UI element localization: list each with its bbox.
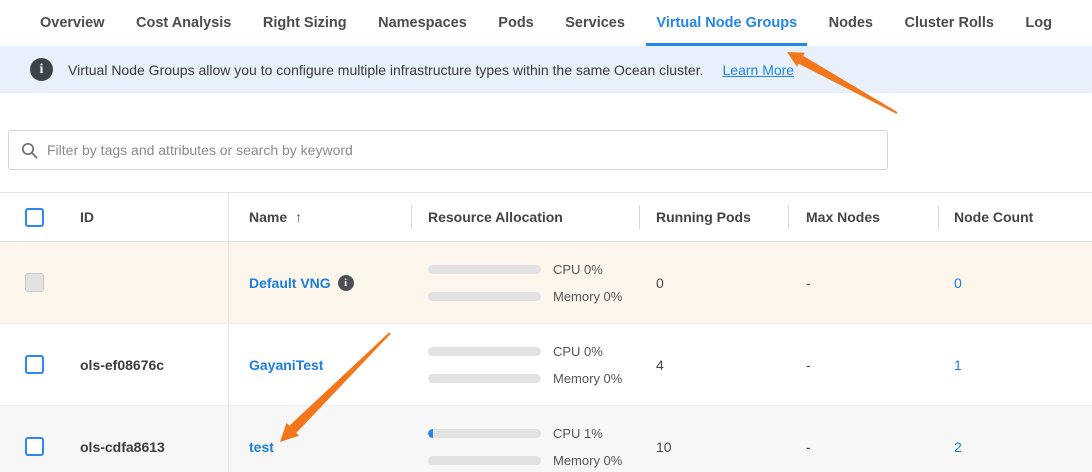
- column-header-running-pods-label: Running Pods: [656, 209, 751, 225]
- tab-pods[interactable]: Pods: [488, 0, 543, 46]
- virtual-node-groups-page: Overview Cost Analysis Right Sizing Name…: [0, 0, 1092, 472]
- cpu-bar: [428, 265, 541, 274]
- memory-label: Memory 0%: [553, 371, 622, 386]
- column-header-resource-allocation[interactable]: Resource Allocation: [411, 193, 639, 241]
- column-header-resource-label: Resource Allocation: [428, 209, 563, 225]
- tab-log[interactable]: Log: [1015, 0, 1062, 46]
- tab-overview[interactable]: Overview: [30, 0, 115, 46]
- info-icon[interactable]: i: [338, 275, 354, 291]
- search-box: [8, 130, 888, 170]
- memory-bar: [428, 292, 541, 301]
- node-count-link[interactable]: 0: [954, 275, 962, 291]
- running-pods-value: 10: [656, 439, 672, 455]
- column-header-max-nodes-label: Max Nodes: [806, 209, 880, 225]
- select-all-checkbox[interactable]: [25, 208, 44, 227]
- search-input[interactable]: [47, 142, 875, 158]
- vng-name-link[interactable]: test: [249, 439, 274, 455]
- vng-name-link[interactable]: Default VNG: [249, 275, 331, 291]
- search-icon: [21, 142, 38, 159]
- column-header-id[interactable]: ID: [62, 193, 228, 241]
- tab-nodes[interactable]: Nodes: [819, 0, 883, 46]
- banner-text: Virtual Node Groups allow you to configu…: [68, 62, 704, 78]
- table-header-row: ID Name ↑ Resource Allocation Running Po…: [0, 192, 1092, 242]
- column-header-name-label: Name: [249, 209, 287, 225]
- info-icon: i: [30, 58, 53, 81]
- tab-cost-analysis[interactable]: Cost Analysis: [126, 0, 241, 46]
- cpu-label: CPU 1%: [553, 426, 622, 441]
- row-id: ols-ef08676c: [80, 357, 164, 373]
- resource-allocation: CPU 0% Memory 0%: [428, 344, 622, 386]
- tab-namespaces[interactable]: Namespaces: [368, 0, 477, 46]
- running-pods-value: 0: [656, 275, 664, 291]
- cpu-label: CPU 0%: [553, 262, 622, 277]
- row-checkbox[interactable]: [25, 273, 44, 292]
- cpu-label: CPU 0%: [553, 344, 622, 359]
- column-header-running-pods[interactable]: Running Pods: [639, 193, 788, 241]
- tab-cluster-rolls[interactable]: Cluster Rolls: [894, 0, 1003, 46]
- resource-allocation: CPU 0% Memory 0%: [428, 262, 622, 304]
- row-checkbox[interactable]: [25, 355, 44, 374]
- cpu-bar: [428, 347, 541, 356]
- table-row-test: ols-cdfa8613 test CPU 1% Memory 0% 10 - …: [0, 406, 1092, 472]
- vng-table: ID Name ↑ Resource Allocation Running Po…: [0, 192, 1092, 472]
- info-banner: i Virtual Node Groups allow you to confi…: [0, 46, 1092, 93]
- column-header-max-nodes[interactable]: Max Nodes: [788, 193, 938, 241]
- memory-label: Memory 0%: [553, 289, 622, 304]
- running-pods-value: 4: [656, 357, 664, 373]
- table-row-gayanitest: ols-ef08676c GayaniTest CPU 0% Memory 0%…: [0, 324, 1092, 406]
- column-header-node-count[interactable]: Node Count: [938, 193, 1092, 241]
- column-header-node-count-label: Node Count: [954, 209, 1033, 225]
- node-count-link[interactable]: 1: [954, 357, 962, 373]
- memory-bar: [428, 456, 541, 465]
- tab-virtual-node-groups[interactable]: Virtual Node Groups: [646, 0, 807, 46]
- column-header-id-label: ID: [80, 209, 94, 225]
- tab-services[interactable]: Services: [555, 0, 635, 46]
- table-row-default-vng: Default VNG i CPU 0% Memory 0% 0 - 0: [0, 242, 1092, 324]
- tab-right-sizing[interactable]: Right Sizing: [253, 0, 357, 46]
- max-nodes-value: -: [806, 439, 811, 455]
- node-count-link[interactable]: 2: [954, 439, 962, 455]
- tab-bar: Overview Cost Analysis Right Sizing Name…: [0, 0, 1092, 46]
- max-nodes-value: -: [806, 357, 811, 373]
- cpu-bar: [428, 429, 541, 438]
- resource-allocation: CPU 1% Memory 0%: [428, 426, 622, 468]
- memory-bar: [428, 374, 541, 383]
- memory-label: Memory 0%: [553, 453, 622, 468]
- row-id: ols-cdfa8613: [80, 439, 165, 455]
- sort-asc-icon: ↑: [295, 209, 302, 225]
- learn-more-link[interactable]: Learn More: [723, 62, 795, 78]
- vng-name-link[interactable]: GayaniTest: [249, 357, 323, 373]
- column-header-name[interactable]: Name ↑: [228, 193, 411, 241]
- max-nodes-value: -: [806, 275, 811, 291]
- row-checkbox[interactable]: [25, 437, 44, 456]
